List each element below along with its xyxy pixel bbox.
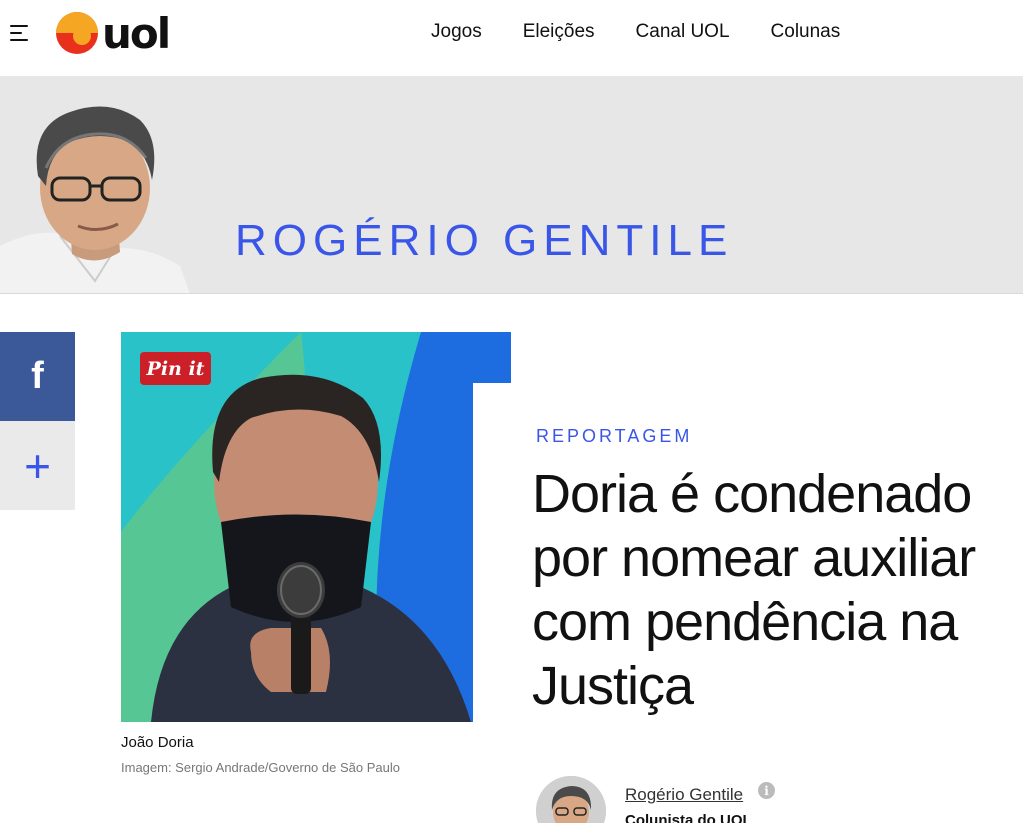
- photo-accent-block: [473, 332, 511, 383]
- nav-link-colunas[interactable]: Colunas: [771, 20, 841, 44]
- author-link[interactable]: Rogério Gentile: [625, 785, 743, 805]
- article-photo: [121, 332, 473, 722]
- column-author-title[interactable]: ROGÉRIO GENTILE: [235, 216, 733, 266]
- author-role: Colunista do UOL: [625, 812, 752, 823]
- column-banner: ROGÉRIO GENTILE: [0, 76, 1023, 294]
- author-avatar[interactable]: [536, 776, 606, 823]
- main-nav: Jogos Eleições Canal UOL Colunas: [431, 20, 881, 44]
- article-headline: Doria é condenado por nomear auxiliar co…: [532, 464, 976, 716]
- article-kicker: REPORTAGEM: [536, 426, 693, 446]
- photo-credit: Imagem: Sergio Andrade/Governo de São Pa…: [121, 760, 400, 775]
- nav-link-jogos[interactable]: Jogos: [431, 20, 482, 44]
- author-portrait: [0, 106, 190, 293]
- facebook-icon: f: [31, 355, 44, 397]
- share-bar: f +: [0, 332, 75, 510]
- nav-link-eleicoes[interactable]: Eleições: [523, 20, 595, 44]
- nav-link-canal-uol[interactable]: Canal UOL: [636, 20, 730, 44]
- photo-caption: João Doria: [121, 734, 194, 751]
- more-share-button[interactable]: +: [0, 421, 75, 510]
- top-navigation-bar: uol Jogos Eleições Canal UOL Colunas: [0, 0, 1023, 76]
- plus-icon: +: [24, 439, 51, 492]
- info-icon[interactable]: i: [758, 782, 775, 799]
- pinterest-pin-button[interactable]: Pin it: [140, 352, 211, 385]
- facebook-share-button[interactable]: f: [0, 332, 75, 421]
- hamburger-menu-icon[interactable]: [10, 22, 32, 44]
- svg-text:uol: uol: [102, 9, 169, 54]
- uol-logo[interactable]: uol: [54, 8, 184, 54]
